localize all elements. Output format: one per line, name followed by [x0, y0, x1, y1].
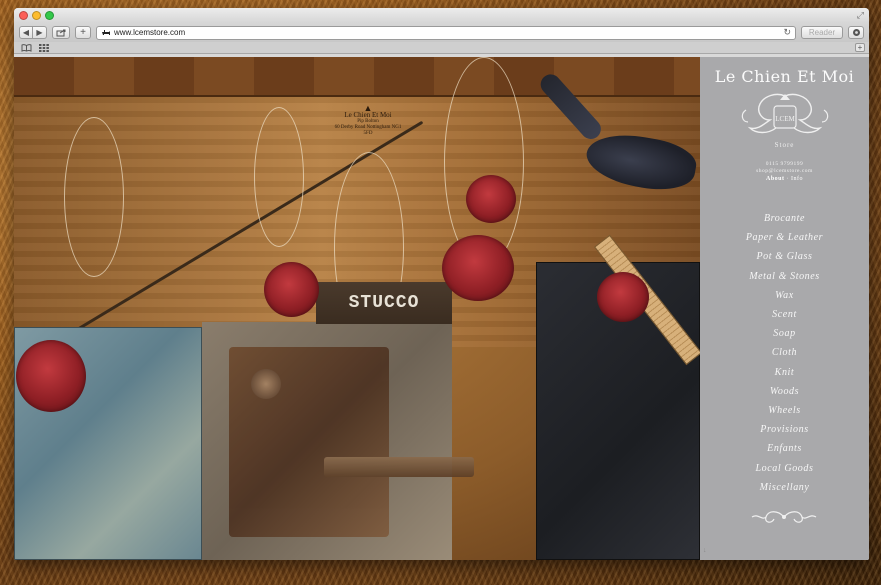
settings-button[interactable] — [848, 26, 864, 39]
business-card: ▲ Le Chien Et Moi Pip Bolton 60 Derby Ro… — [332, 104, 404, 137]
fullscreen-icon[interactable]: ⤢ — [857, 10, 864, 20]
hero-photo: ▲ Le Chien Et Moi Pip Bolton 60 Derby Ro… — [14, 57, 700, 560]
stucco-sign: STUCCO — [316, 282, 452, 324]
menu-item-paper-leather[interactable]: Paper & Leather — [700, 228, 869, 247]
share-icon — [56, 29, 66, 36]
menu-item-enfants[interactable]: Enfants — [700, 439, 869, 458]
card-address: 60 Derby Road Nottingham NG1 5FD — [334, 125, 402, 136]
phone-number: 0115 9799199 — [765, 161, 804, 167]
close-window-button[interactable] — [19, 11, 28, 20]
title-bar: ⤢ — [14, 8, 869, 23]
url-text[interactable]: www.lcemstore.com — [114, 28, 783, 37]
menu-item-wax[interactable]: Wax — [700, 286, 869, 305]
about-link[interactable]: About — [766, 176, 785, 182]
scroll-down-icon: ↓ — [703, 546, 707, 554]
back-button[interactable]: ◀ — [19, 26, 33, 39]
reload-icon[interactable]: ↻ — [783, 27, 791, 38]
reader-button[interactable]: Reader — [801, 26, 843, 39]
store-sidebar: Le Chien Et Moi LCEM Store 0115 9799199 … — [700, 57, 869, 560]
page-viewport: ▲ Le Chien Et Moi Pip Bolton 60 Derby Ro… — [14, 57, 869, 560]
add-bookmark-button[interactable]: + — [75, 26, 91, 39]
info-link[interactable]: Info — [791, 176, 803, 182]
crest-logo[interactable]: LCEM — [736, 90, 834, 140]
menu-item-cloth[interactable]: Cloth — [700, 343, 869, 362]
about-info-links: About · Info — [700, 176, 869, 183]
browser-window: ⤢ ◀ ▶ + www.lcemstore.com ↻ Reader + ▲ L… — [14, 8, 869, 560]
press-arm — [324, 457, 474, 477]
menu-item-soap[interactable]: Soap — [700, 324, 869, 343]
rose-petal — [466, 175, 516, 223]
forward-button[interactable]: ▶ — [33, 26, 47, 39]
share-button[interactable] — [52, 26, 70, 39]
gear-icon — [852, 29, 860, 36]
card-title: Le Chien Et Moi — [344, 111, 392, 119]
contact-block: 0115 9799199 shop@lcemstore.com About · … — [700, 161, 869, 183]
separator: · — [786, 176, 789, 182]
menu-item-scent[interactable]: Scent — [700, 305, 869, 324]
menu-item-knit[interactable]: Knit — [700, 363, 869, 382]
book-icon[interactable] — [21, 43, 32, 52]
menu-item-miscellany[interactable]: Miscellany — [700, 478, 869, 497]
grid-icon[interactable] — [39, 43, 49, 52]
rose-petal — [264, 262, 319, 317]
brand-title[interactable]: Le Chien Et Moi — [700, 67, 869, 86]
menu-item-metal-stones[interactable]: Metal & Stones — [700, 267, 869, 286]
rose-petal — [597, 272, 649, 322]
necklace — [64, 117, 124, 277]
rose — [16, 340, 86, 412]
menu-item-local-goods[interactable]: Local Goods — [700, 459, 869, 478]
store-subtitle: Store — [774, 141, 795, 149]
dog-icon — [102, 30, 110, 35]
crest-text: LCEM — [775, 115, 795, 123]
necklace — [254, 107, 304, 247]
minimize-window-button[interactable] — [32, 11, 41, 20]
window-controls — [19, 11, 54, 20]
new-tab-button[interactable]: + — [855, 43, 865, 52]
vintage-press — [229, 347, 474, 537]
history-nav: ◀ ▶ — [19, 26, 47, 39]
zoom-window-button[interactable] — [45, 11, 54, 20]
address-bar[interactable]: www.lcemstore.com ↻ — [96, 25, 796, 40]
bookmarks-bar: + — [14, 42, 869, 54]
email-link[interactable]: shop@lcemstore.com — [700, 168, 869, 175]
menu-item-woods[interactable]: Woods — [700, 382, 869, 401]
press-knob — [251, 369, 281, 399]
rose — [442, 235, 514, 301]
category-menu: Brocante Paper & Leather Pot & Glass Met… — [700, 209, 869, 497]
browser-toolbar: ◀ ▶ + www.lcemstore.com ↻ Reader — [14, 23, 869, 42]
wood-plank — [14, 57, 700, 97]
menu-item-pot-glass[interactable]: Pot & Glass — [700, 247, 869, 266]
menu-item-provisions[interactable]: Provisions — [700, 420, 869, 439]
ornament-flourish — [751, 511, 817, 523]
menu-item-wheels[interactable]: Wheels — [700, 401, 869, 420]
menu-item-brocante[interactable]: Brocante — [700, 209, 869, 228]
